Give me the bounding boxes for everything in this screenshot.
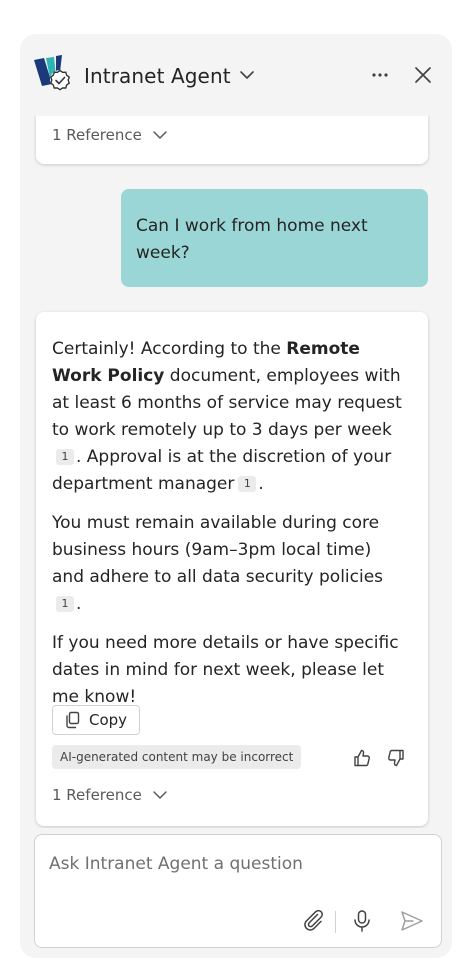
previous-bot-message: 1 Reference <box>36 116 428 164</box>
composer <box>34 834 442 948</box>
bot-text: . <box>76 594 82 614</box>
chat-panel: Intranet Agent 1 Reference Can I work fr… <box>20 34 452 958</box>
microphone-icon[interactable] <box>351 909 373 933</box>
question-input[interactable] <box>47 851 431 877</box>
bot-text: . Approval is at the discretion of your … <box>52 447 392 494</box>
citation-badge[interactable]: 1 <box>56 596 74 612</box>
ai-disclaimer-badge: AI-generated content may be incorrect <box>52 745 302 769</box>
copy-icon <box>65 711 81 729</box>
bot-message: Certainly! According to the Remote Work … <box>36 312 428 826</box>
bot-paragraph-1: Certainly! According to the Remote Work … <box>52 336 404 498</box>
agent-logo-icon <box>32 54 74 92</box>
copy-button[interactable]: Copy <box>52 705 140 735</box>
header: Intranet Agent <box>20 34 452 116</box>
bot-message-text: Certainly! According to the Remote Work … <box>52 336 404 723</box>
citation-badge[interactable]: 1 <box>238 476 257 492</box>
user-message-text: Can I work from home next week? <box>136 216 368 263</box>
copy-label: Copy <box>88 711 128 729</box>
send-icon[interactable] <box>399 909 425 933</box>
chevron-down-icon[interactable] <box>238 68 256 82</box>
chevron-down-icon <box>152 789 168 801</box>
attach-icon[interactable] <box>303 909 327 933</box>
bot-text: You must remain available during core bu… <box>52 513 384 587</box>
citation-badge[interactable]: 1 <box>56 449 74 465</box>
user-message: Can I work from home next week? <box>121 189 428 287</box>
composer-divider <box>335 911 336 933</box>
bot-text: . <box>258 474 264 494</box>
reference-label: 1 Reference <box>52 786 142 804</box>
thumbs-down-icon[interactable] <box>386 748 406 768</box>
bot-text: Certainly! According to the <box>52 339 287 359</box>
conversation-scroll[interactable]: 1 Reference Can I work from home next we… <box>20 116 452 828</box>
bot-paragraph-3: If you need more details or have specifi… <box>52 633 399 707</box>
agent-title[interactable]: Intranet Agent <box>84 64 231 88</box>
reference-label: 1 Reference <box>52 126 142 144</box>
reference-toggle[interactable]: 1 Reference <box>52 126 168 144</box>
thumbs-up-icon[interactable] <box>352 748 372 768</box>
bot-paragraph-2: You must remain available during core bu… <box>52 510 404 618</box>
close-icon[interactable] <box>412 64 434 86</box>
more-icon[interactable] <box>366 64 394 86</box>
reference-toggle[interactable]: 1 Reference <box>52 786 168 804</box>
chevron-down-icon <box>152 129 168 141</box>
